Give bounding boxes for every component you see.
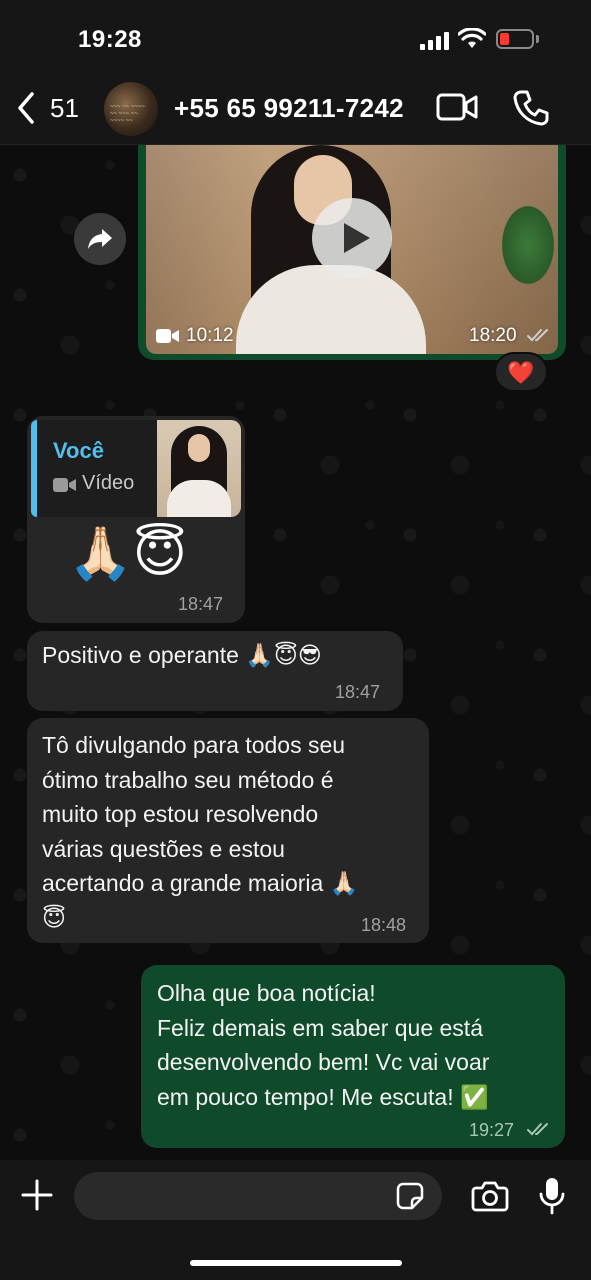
forward-icon bbox=[88, 229, 112, 249]
sticker-icon[interactable] bbox=[395, 1181, 425, 1211]
status-time: 19:28 bbox=[78, 26, 142, 53]
home-indicator bbox=[190, 1260, 402, 1266]
message-input[interactable] bbox=[74, 1172, 442, 1220]
cellular-signal-icon bbox=[420, 32, 452, 50]
message-time: 18:47 bbox=[335, 682, 381, 702]
wifi-icon bbox=[458, 28, 486, 48]
message-time: 18:47 bbox=[178, 594, 224, 614]
video-camera-icon bbox=[156, 329, 179, 343]
message-text: Tô divulgando para todos seu ótimo traba… bbox=[42, 732, 359, 931]
quoted-thumbnail bbox=[157, 420, 241, 517]
unread-count[interactable]: 51 bbox=[50, 93, 79, 124]
battery-tip bbox=[536, 35, 539, 43]
back-chevron-icon[interactable] bbox=[12, 90, 42, 126]
play-icon[interactable] bbox=[312, 198, 392, 278]
phone-icon[interactable] bbox=[512, 89, 550, 127]
message-text: Positivo e operante 🙏🏻😇😎 bbox=[42, 642, 322, 668]
contact-avatar[interactable]: ~~~ ~~ ~~~~ ~~ ~~~ ~~ ~~~~ ~~ bbox=[104, 82, 158, 136]
message-time: 18:48 bbox=[361, 915, 407, 935]
message-text: Olha que boa notícia! Feliz demais em sa… bbox=[157, 980, 490, 1110]
video-camera-icon bbox=[53, 478, 76, 492]
battery-icon bbox=[496, 29, 534, 49]
emoji-message: 🙏🏻😇 bbox=[68, 525, 187, 583]
message-time: 18:20 bbox=[469, 325, 517, 346]
plus-icon[interactable] bbox=[20, 1178, 54, 1212]
reaction-badge[interactable]: ❤️ bbox=[494, 352, 548, 392]
quoted-type: Vídeo bbox=[82, 472, 135, 494]
camera-icon[interactable] bbox=[471, 1180, 509, 1212]
forward-button[interactable] bbox=[74, 213, 126, 265]
double-check-icon bbox=[527, 1123, 548, 1136]
video-duration: 10:12 bbox=[186, 325, 234, 346]
quote-accent-bar bbox=[31, 420, 37, 517]
quoted-author: Você bbox=[53, 438, 104, 463]
microphone-icon[interactable] bbox=[538, 1176, 566, 1216]
message-time: 19:27 bbox=[469, 1120, 515, 1140]
double-check-icon bbox=[527, 329, 548, 342]
contact-name[interactable]: +55 65 99211-7242 bbox=[174, 93, 404, 124]
video-call-icon[interactable] bbox=[436, 92, 478, 122]
avatar-caption-art: ~~~ ~~ ~~~~ ~~ ~~~ ~~ ~~~~ ~~ bbox=[110, 104, 145, 124]
